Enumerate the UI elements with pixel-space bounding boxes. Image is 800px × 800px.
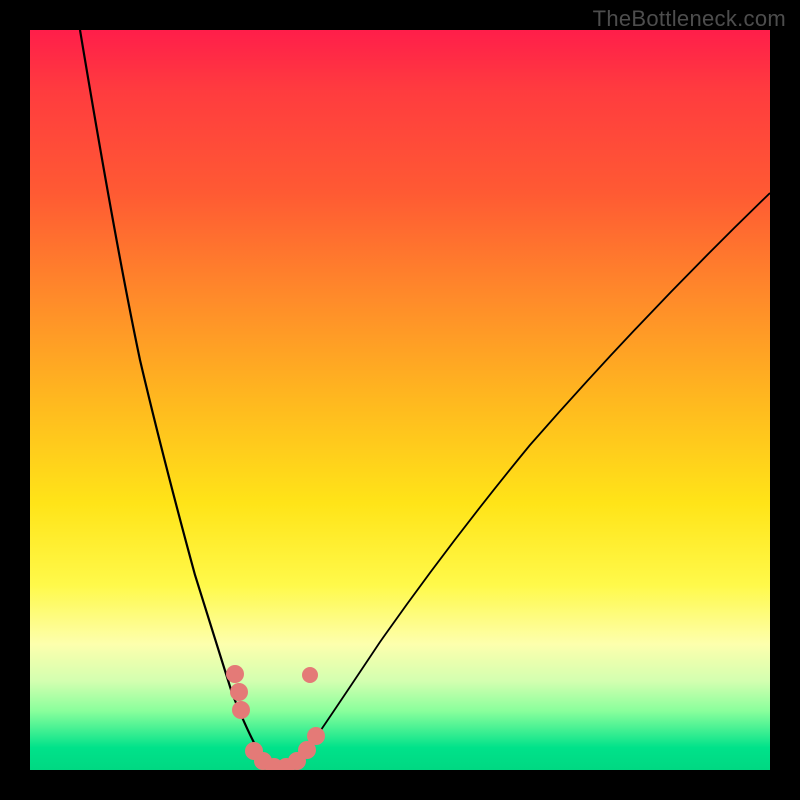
- plot-area: [30, 30, 770, 770]
- bead: [307, 727, 325, 745]
- bottleneck-curve: [30, 30, 770, 770]
- bead-cluster: [226, 665, 325, 770]
- curve-left-arm: [80, 30, 280, 770]
- bead: [230, 683, 248, 701]
- bead: [226, 665, 244, 683]
- watermark-text: TheBottleneck.com: [593, 6, 786, 32]
- bead: [232, 701, 250, 719]
- bead: [302, 667, 318, 683]
- chart-frame: TheBottleneck.com: [0, 0, 800, 800]
- curve-right-arm: [280, 193, 770, 770]
